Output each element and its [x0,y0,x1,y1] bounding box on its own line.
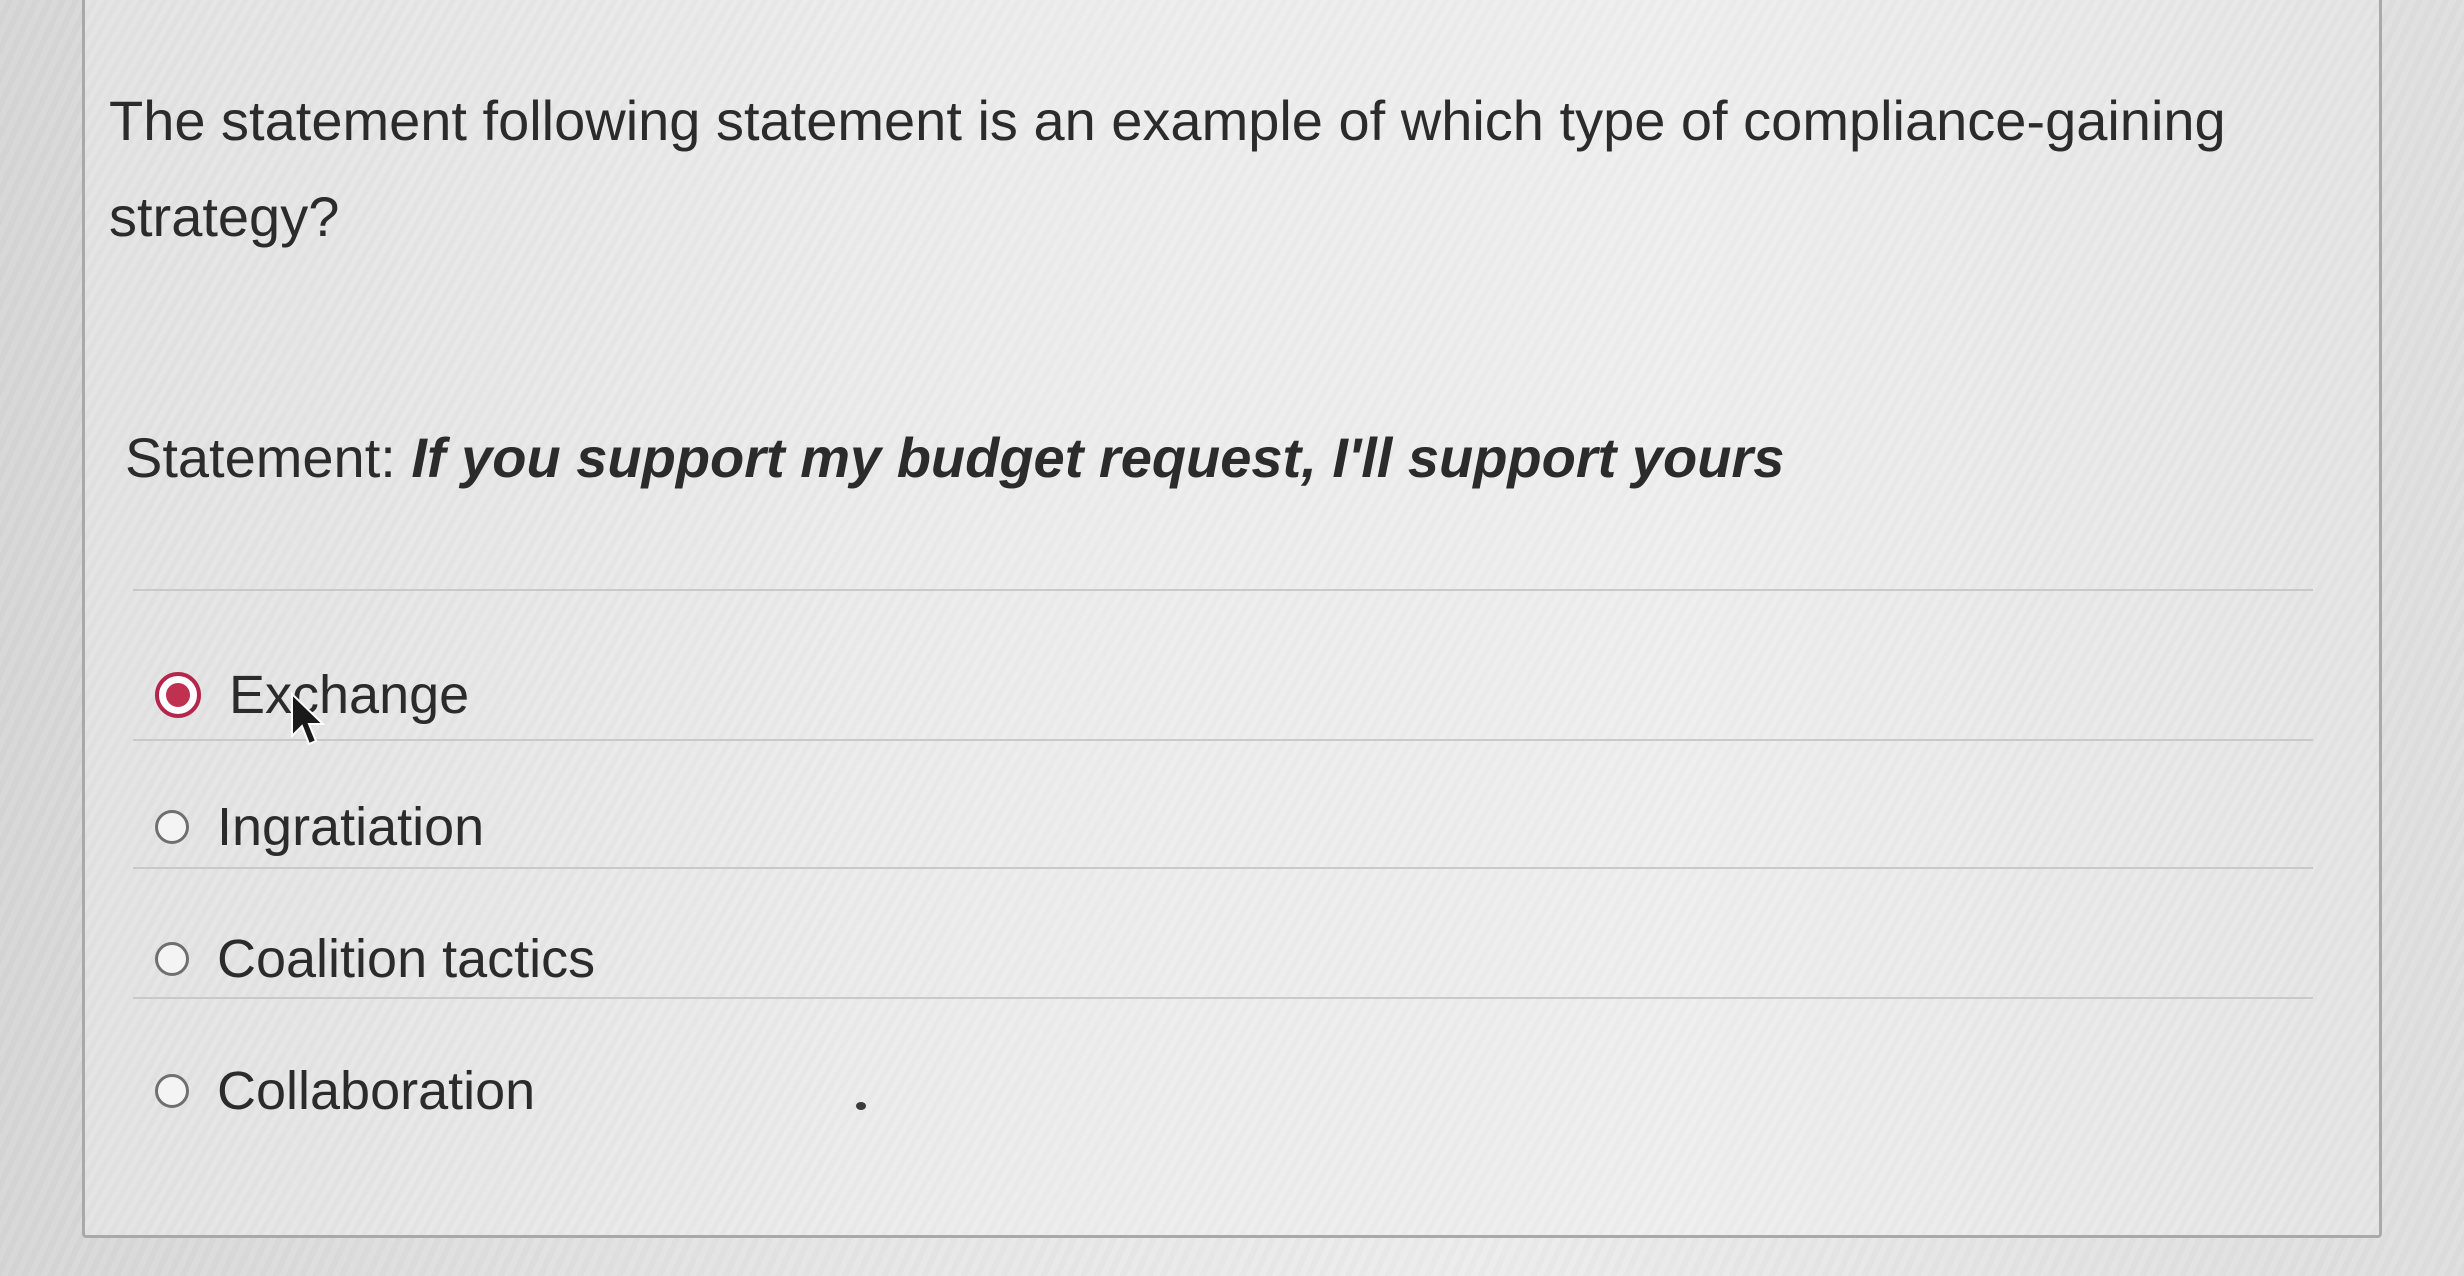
statement-quote: If you support my budget request, I'll s… [411,426,1785,489]
answer-option-ingratiation[interactable]: Ingratiation [155,787,484,867]
mouse-pointer-icon [291,692,326,746]
screen-speck [856,1102,866,1110]
answer-option-label: Exchange [229,665,470,725]
divider [133,997,2313,999]
question-card: The statement following statement is an … [82,0,2382,1238]
divider [133,739,2313,741]
statement: Statement: If you support my budget requ… [125,423,1784,493]
answer-option-label: Ingratiation [217,797,485,857]
radio-unselected-icon[interactable] [155,942,189,976]
question-text: The statement following statement is an … [109,89,2226,248]
answer-option-label: Collaboration [217,1061,536,1121]
answer-option-coalition-tactics[interactable]: Coalition tactics [155,919,595,999]
statement-label: Statement: [125,426,412,489]
divider [133,589,2313,591]
radio-unselected-icon[interactable] [155,810,189,844]
radio-selected-icon[interactable] [155,672,201,718]
answer-option-label: Coalition tactics [217,929,596,989]
divider [133,867,2313,869]
radio-unselected-icon[interactable] [155,1074,189,1108]
answer-option-collaboration[interactable]: Collaboration [155,1051,535,1131]
